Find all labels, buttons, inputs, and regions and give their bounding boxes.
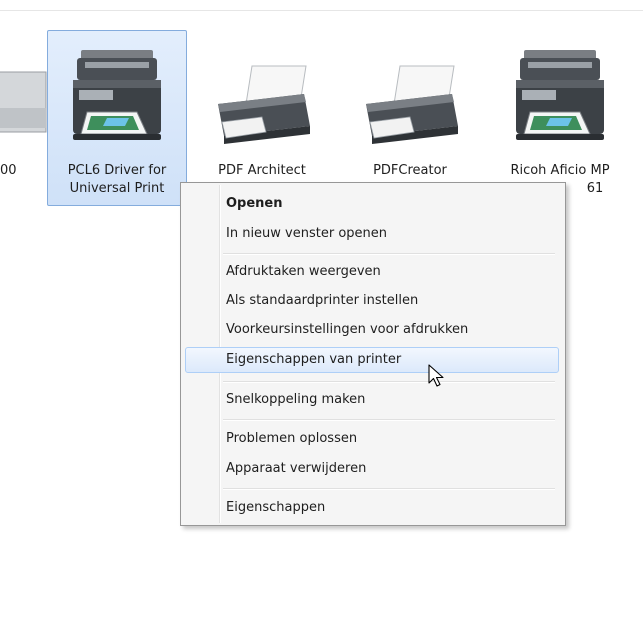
device-label: 00 [0, 163, 17, 178]
menu-separator [223, 488, 555, 490]
multifunction-printer-icon [516, 50, 604, 140]
menu-separator [223, 381, 555, 383]
device-label: PDF Architect [218, 163, 306, 178]
device-pdf-architect[interactable]: PDF Architect [192, 0, 332, 200]
printer-icon [218, 65, 310, 144]
device-ricoh-aficio[interactable]: Ricoh Aficio MP 61 [490, 0, 630, 200]
mouse-cursor-icon [428, 364, 444, 387]
menu-item-properties[interactable]: Eigenschappen [185, 495, 559, 521]
device-label: PDFCreator [373, 163, 447, 178]
menu-item-troubleshoot[interactable]: Problemen oplossen [185, 426, 559, 452]
printer-icon [366, 65, 458, 144]
menu-item-open-new-window[interactable]: In nieuw venster openen [185, 221, 559, 247]
menu-item-openen[interactable]: Openen [185, 191, 559, 217]
device-label: PCL6 Driver for Universal Print [67, 163, 167, 196]
menu-item-create-shortcut[interactable]: Snelkoppeling maken [185, 387, 559, 413]
context-menu: Openen In nieuw venster openen Afdruktak… [180, 182, 566, 526]
menu-separator [223, 419, 555, 421]
menu-item-remove-device[interactable]: Apparaat verwijderen [185, 456, 559, 482]
device-partial[interactable]: 00 [0, 0, 47, 200]
menu-item-set-default-printer[interactable]: Als standaardprinter instellen [185, 288, 559, 314]
device-pcl6-driver[interactable]: PCL6 Driver for Universal Print [47, 0, 187, 206]
menu-item-view-print-jobs[interactable]: Afdruktaken weergeven [185, 259, 559, 285]
device-pdfcreator[interactable]: PDFCreator [340, 0, 480, 200]
menu-item-printer-properties[interactable]: Eigenschappen van printer [185, 347, 559, 373]
menu-item-printing-preferences[interactable]: Voorkeursinstellingen voor afdrukken [185, 317, 559, 343]
menu-separator [223, 253, 555, 255]
multifunction-printer-icon [73, 50, 161, 140]
